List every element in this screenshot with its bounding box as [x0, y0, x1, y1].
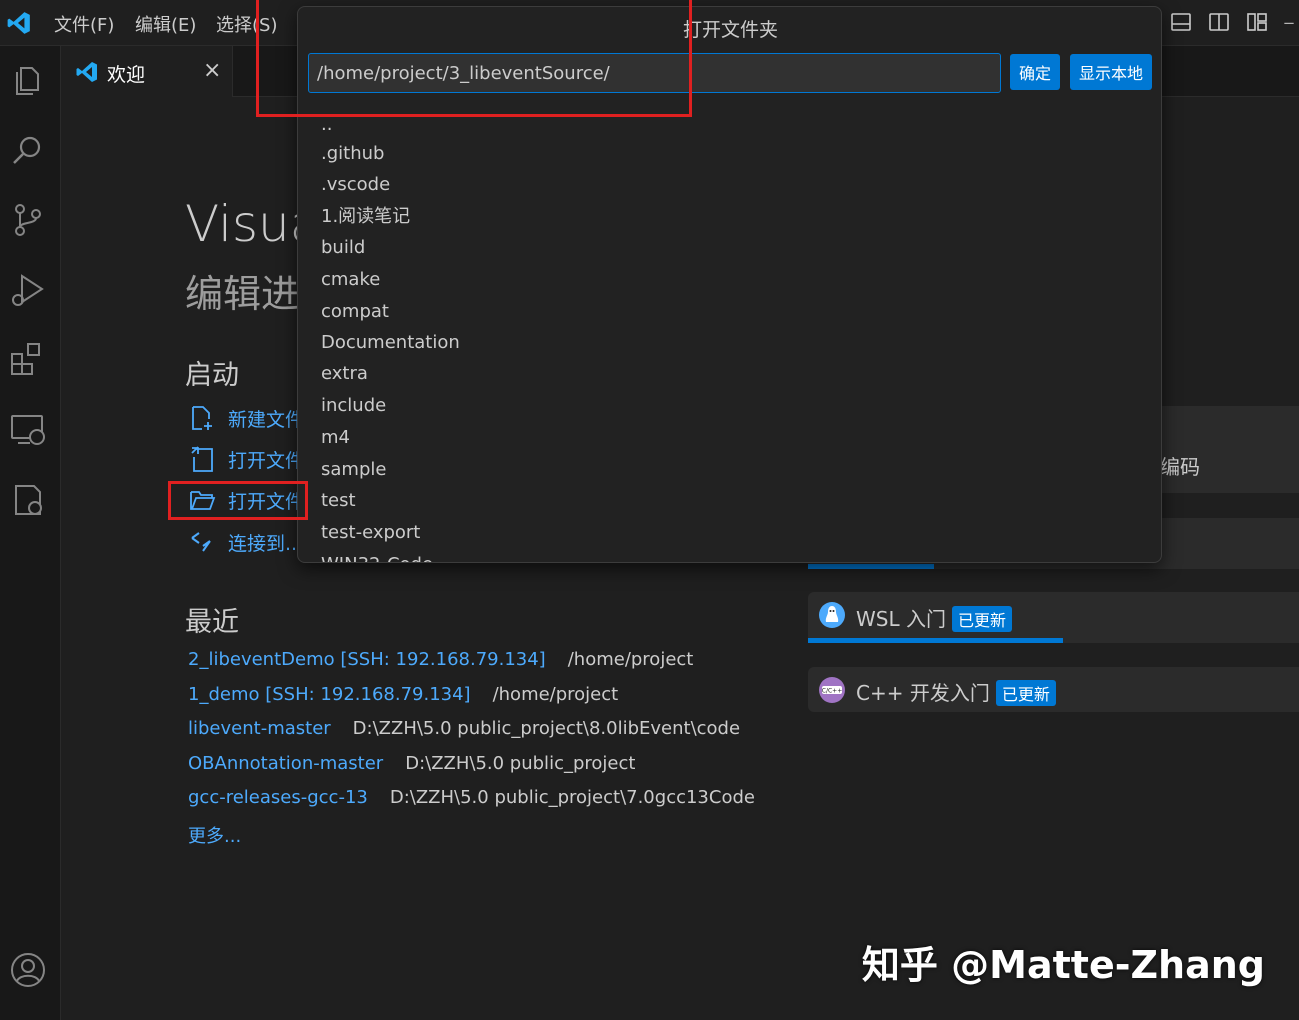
svg-text:C/C++: C/C++	[822, 688, 842, 695]
card-label-wsl: WSL 入门 已更新	[856, 603, 1012, 632]
updated-badge: 已更新	[995, 680, 1056, 706]
menu-file[interactable]: 文件(F)	[54, 11, 114, 37]
activity-bar	[0, 46, 61, 1020]
remote-explorer-icon[interactable]	[8, 410, 48, 450]
card-label-cpp: C++ 开发入门 已更新	[856, 677, 1056, 706]
close-icon[interactable]: ×	[203, 58, 221, 83]
new-file-icon	[192, 406, 212, 430]
list-item[interactable]: .vscode	[321, 170, 390, 200]
tab-welcome[interactable]: 欢迎 ×	[61, 46, 233, 97]
menu-edit[interactable]: 编辑(E)	[135, 11, 196, 37]
recent-item[interactable]: 2_libeventDemo [SSH: 192.168.79.134]/hom…	[188, 649, 693, 670]
minimize-icon[interactable]	[1283, 10, 1299, 34]
open-file-icon	[191, 446, 213, 472]
recent-item[interactable]: 1_demo [SSH: 192.168.79.134]/home/projec…	[188, 684, 618, 705]
more-recent-link[interactable]: 更多...	[188, 822, 241, 848]
list-item[interactable]: m4	[321, 423, 350, 453]
list-item[interactable]: .github	[321, 139, 384, 169]
new-file-link[interactable]: 新建文件...	[188, 402, 298, 434]
customize-layout-icon[interactable]	[1245, 10, 1269, 34]
list-item[interactable]: cmake	[321, 265, 380, 295]
remote-settings-icon[interactable]	[8, 480, 48, 520]
toggle-secondary-sidebar-icon[interactable]	[1207, 10, 1231, 34]
list-item[interactable]: test	[321, 486, 356, 516]
vscode-logo-icon	[7, 12, 30, 34]
card-label: 编码	[1160, 455, 1200, 479]
list-item[interactable]: include	[321, 391, 386, 421]
extensions-icon[interactable]	[8, 340, 48, 380]
watermark: 知乎 @Matte-Zhang	[861, 943, 1265, 987]
list-item[interactable]: test-export	[321, 518, 420, 548]
vscode-logo-icon	[76, 62, 97, 82]
annotation-box-path	[256, 0, 692, 117]
list-item[interactable]: sample	[321, 455, 386, 485]
list-item[interactable]: WIN32-Code	[321, 550, 433, 562]
cpp-icon: C/C++	[819, 677, 845, 703]
page-title: Visual Studio Code	[185, 195, 298, 253]
open-file-link[interactable]: 打开文件...	[188, 443, 298, 475]
toggle-panel-icon[interactable]	[1169, 10, 1193, 34]
title-clip: Visual Studio Code	[180, 190, 298, 260]
recent-item[interactable]: gcc-releases-gcc-13 D:\ZZH\5.0 public_pro…	[188, 787, 755, 808]
card-progress	[808, 564, 934, 569]
connect-to-link[interactable]: 连接到...	[188, 526, 298, 558]
walkthrough-card-cpp[interactable]: C/C++ C++ 开发入门 已更新	[808, 667, 1299, 712]
ok-button[interactable]: 确定	[1010, 54, 1061, 90]
walkthrough-card-wsl[interactable]: WSL 入门 已更新	[808, 592, 1299, 643]
recent-item[interactable]: OBAnnotation-master D:\ZZH\5.0 public_pro…	[188, 753, 635, 774]
updated-badge: 已更新	[951, 606, 1012, 632]
list-item[interactable]: compat	[321, 297, 389, 327]
subtitle-clip: 编辑进化	[180, 260, 298, 315]
search-icon[interactable]	[8, 130, 48, 170]
remote-icon	[191, 532, 211, 552]
linux-penguin-icon	[819, 602, 845, 628]
start-item-clip-2: 打开文件...	[186, 441, 298, 481]
list-item[interactable]: extra	[321, 359, 368, 389]
run-debug-icon[interactable]	[8, 270, 48, 310]
recent-section-title: 最近	[185, 607, 239, 638]
source-control-icon[interactable]	[8, 200, 48, 240]
start-item-clip-4: 连接到...	[186, 524, 298, 564]
layout-controls	[1169, 8, 1299, 36]
start-section-title: 启动	[185, 360, 239, 391]
accounts-icon[interactable]	[8, 950, 48, 990]
annotation-box-open-folder	[168, 481, 308, 520]
list-item[interactable]: Documentation	[321, 328, 460, 358]
show-local-button[interactable]: 显示本地	[1070, 54, 1153, 90]
folder-list: .. .github .vscode 1.阅读笔记 build cmake co…	[298, 107, 1161, 562]
explorer-icon[interactable]	[8, 60, 48, 100]
tab-label: 欢迎	[107, 64, 146, 86]
card-progress	[808, 638, 1063, 643]
start-item-clip-1: 新建文件...	[186, 400, 298, 440]
list-item[interactable]: 1.阅读笔记	[321, 202, 410, 232]
recent-item[interactable]: libevent-master D:\ZZH\5.0 public_project…	[188, 718, 740, 739]
page-subtitle: 编辑进化	[185, 272, 298, 315]
list-item[interactable]: build	[321, 233, 365, 263]
